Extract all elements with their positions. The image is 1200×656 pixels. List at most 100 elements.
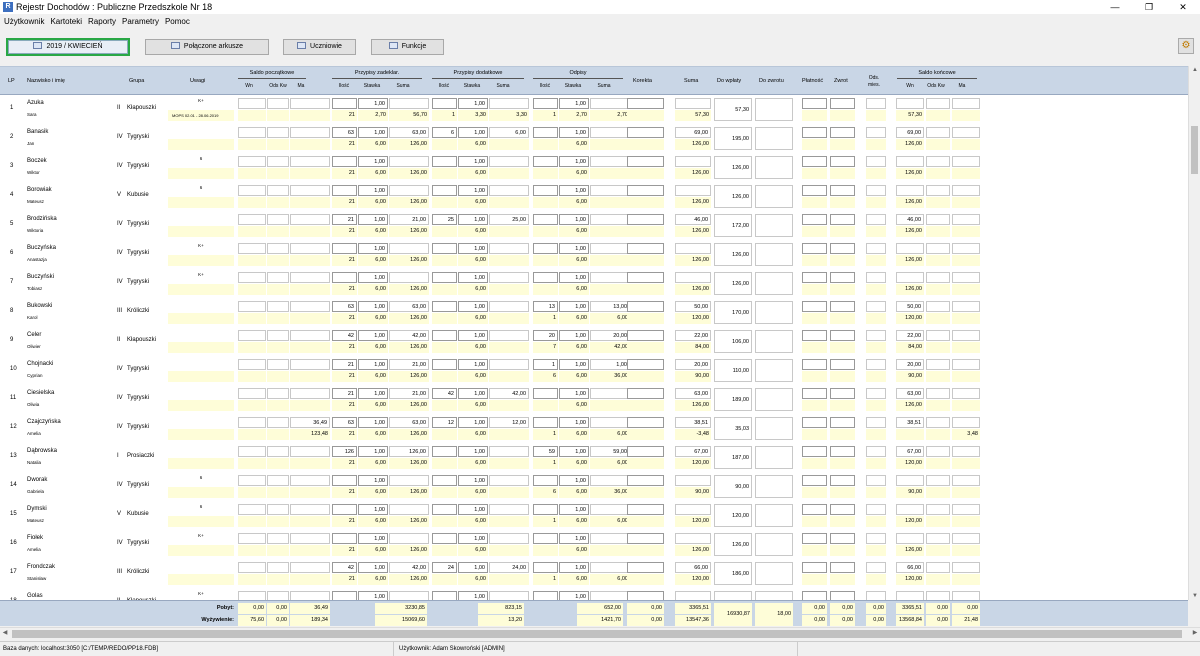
table-row[interactable]: 13 Dąbrowska Natalia I Prosiaczki 126 1,00 126,… — [0, 444, 1188, 473]
saldo-start-ma[interactable]: 123,48 — [290, 429, 330, 440]
additional-qty[interactable] — [432, 533, 457, 544]
refund-field[interactable] — [830, 446, 855, 457]
declared-qty[interactable]: 21 — [332, 388, 357, 399]
saldo-start-wn[interactable] — [238, 330, 266, 341]
table-row[interactable]: 4 Borowiak Mateusz V Kubusie 6 1,00 21 6,00 126,0… — [0, 183, 1188, 212]
deduction-rate[interactable]: 1,00 — [559, 243, 589, 254]
interest-field[interactable] — [866, 301, 886, 312]
saldo-start-wn[interactable] — [238, 574, 266, 585]
declared-qty[interactable]: 21 — [332, 458, 357, 469]
additional-rate[interactable]: 1,00 — [458, 301, 488, 312]
menu-user[interactable]: Użytkownik — [4, 15, 44, 28]
note[interactable]: K+ — [168, 533, 234, 538]
saldo-start-odskw[interactable] — [267, 139, 289, 150]
additional-qty[interactable]: 25 — [432, 214, 457, 225]
declared-rate[interactable]: 6,00 — [358, 574, 388, 585]
maximize-button[interactable]: ❐ — [1132, 0, 1166, 14]
saldo-start-wn[interactable] — [238, 185, 266, 196]
correction-field[interactable] — [627, 458, 664, 469]
declared-qty[interactable]: 21 — [332, 255, 357, 266]
interest-field[interactable] — [866, 342, 886, 353]
additional-qty[interactable] — [432, 272, 457, 283]
saldo-start-wn[interactable] — [238, 139, 266, 150]
correction-field[interactable] — [627, 110, 664, 121]
additional-rate[interactable]: 6,00 — [458, 458, 488, 469]
period-button[interactable]: 2019 / KWIECIEŃ — [6, 38, 130, 56]
interest-field[interactable] — [866, 359, 886, 370]
additional-qty[interactable] — [432, 487, 457, 498]
saldo-start-wn[interactable] — [238, 429, 266, 440]
declared-rate[interactable]: 1,00 — [358, 417, 388, 428]
saldo-start-ma[interactable] — [290, 156, 330, 167]
deduction-qty[interactable] — [533, 156, 558, 167]
refund-field[interactable] — [830, 371, 855, 382]
deduction-rate[interactable]: 1,00 — [559, 359, 589, 370]
additional-rate[interactable]: 6,00 — [458, 197, 488, 208]
correction-field[interactable] — [627, 243, 664, 254]
payment-field[interactable] — [802, 342, 827, 353]
refund-field[interactable] — [830, 214, 855, 225]
table-row[interactable]: 12 Czajczyńska Amelia IV Tygryski 36,49 123,48… — [0, 415, 1188, 444]
declared-qty[interactable]: 21 — [332, 545, 357, 556]
correction-field[interactable] — [627, 545, 664, 556]
payment-field[interactable] — [802, 359, 827, 370]
additional-qty[interactable]: 1 — [432, 110, 457, 121]
additional-qty[interactable] — [432, 255, 457, 266]
saldo-start-odskw[interactable] — [267, 330, 289, 341]
payment-field[interactable] — [802, 504, 827, 515]
close-button[interactable]: ✕ — [1166, 0, 1200, 14]
additional-rate[interactable]: 1,00 — [458, 446, 488, 457]
saldo-start-ma[interactable] — [290, 487, 330, 498]
note-detail[interactable] — [168, 545, 234, 556]
additional-qty[interactable] — [432, 98, 457, 109]
table-row[interactable]: 2 Banasik Jan IV Tygryski 63 1,00 63,00 21 6,00 12… — [0, 125, 1188, 154]
refund-field[interactable] — [830, 98, 855, 109]
deduction-qty[interactable] — [533, 243, 558, 254]
deduction-rate[interactable]: 6,00 — [559, 313, 589, 324]
refund-field[interactable] — [830, 359, 855, 370]
additional-rate[interactable]: 6,00 — [458, 400, 488, 411]
saldo-start-wn[interactable] — [238, 400, 266, 411]
correction-field[interactable] — [627, 574, 664, 585]
saldo-start-wn[interactable] — [238, 533, 266, 544]
deduction-rate[interactable]: 1,00 — [559, 185, 589, 196]
saldo-start-odskw[interactable] — [267, 98, 289, 109]
note[interactable]: K+ — [168, 98, 234, 103]
saldo-start-odskw[interactable] — [267, 272, 289, 283]
refund-field[interactable] — [830, 458, 855, 469]
interest-field[interactable] — [866, 417, 886, 428]
saldo-start-odskw[interactable] — [267, 342, 289, 353]
interest-field[interactable] — [866, 475, 886, 486]
correction-field[interactable] — [627, 388, 664, 399]
deduction-rate[interactable]: 6,00 — [559, 342, 589, 353]
declared-qty[interactable]: 42 — [332, 562, 357, 573]
additional-qty[interactable]: 6 — [432, 127, 457, 138]
correction-field[interactable] — [627, 475, 664, 486]
declared-qty[interactable]: 21 — [332, 197, 357, 208]
scroll-left-icon[interactable]: ◀ — [1, 629, 9, 636]
saldo-start-odskw[interactable] — [267, 458, 289, 469]
additional-qty[interactable] — [432, 591, 457, 600]
interest-field[interactable] — [866, 313, 886, 324]
interest-field[interactable] — [866, 214, 886, 225]
deduction-qty[interactable]: 20 — [533, 330, 558, 341]
declared-rate[interactable]: 1,00 — [358, 591, 388, 600]
refund-field[interactable] — [830, 272, 855, 283]
saldo-start-odskw[interactable] — [267, 475, 289, 486]
declared-rate[interactable]: 1,00 — [358, 388, 388, 399]
payment-field[interactable] — [802, 139, 827, 150]
interest-field[interactable] — [866, 516, 886, 527]
saldo-start-wn[interactable] — [238, 301, 266, 312]
additional-rate[interactable]: 6,00 — [458, 284, 488, 295]
correction-field[interactable] — [627, 185, 664, 196]
payment-field[interactable] — [802, 516, 827, 527]
vertical-scroll-thumb[interactable] — [1191, 126, 1198, 174]
saldo-start-odskw[interactable] — [267, 226, 289, 237]
additional-qty[interactable] — [432, 400, 457, 411]
table-row[interactable]: 16 Fiołek Amelia IV Tygryski K+ 1,00 21 6,00 126,… — [0, 531, 1188, 560]
deduction-qty[interactable] — [533, 197, 558, 208]
declared-qty[interactable]: 21 — [332, 574, 357, 585]
deduction-rate[interactable]: 1,00 — [559, 591, 589, 600]
interest-field[interactable] — [866, 168, 886, 179]
additional-rate[interactable]: 6,00 — [458, 429, 488, 440]
